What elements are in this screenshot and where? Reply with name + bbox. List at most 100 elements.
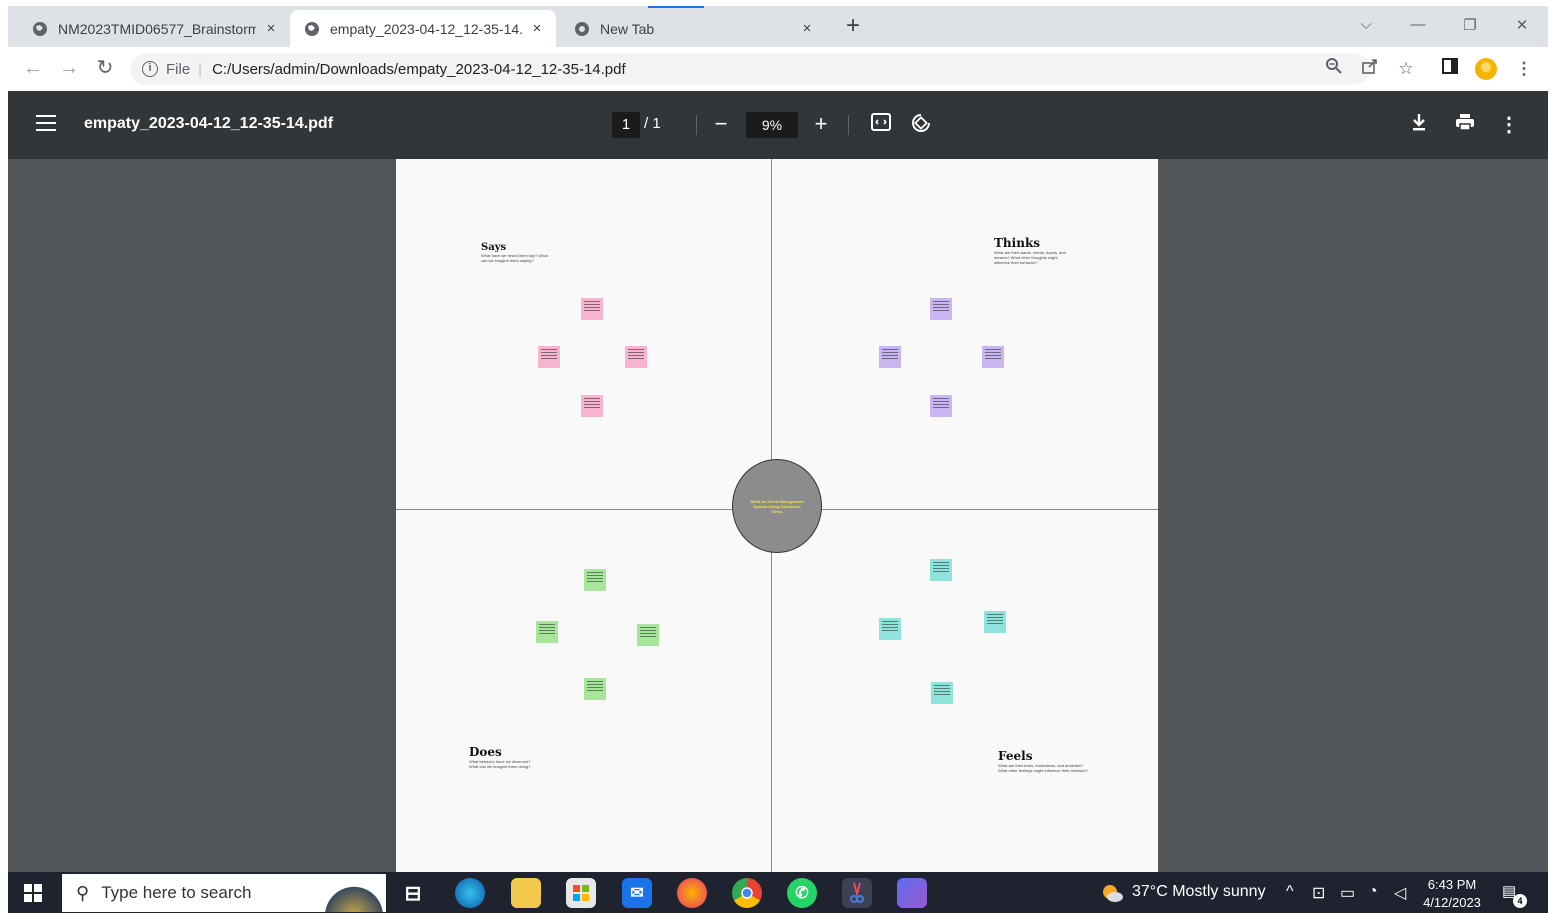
- thinks-sticky-note: [982, 346, 1004, 368]
- feels-sticky-note: [930, 559, 952, 581]
- does-sticky-note: [637, 624, 659, 646]
- fit-page-icon[interactable]: [868, 112, 894, 138]
- globe-icon: [33, 21, 47, 36]
- tab-pdf[interactable]: empaty_2023-04-12_12-35-14.pc ×: [290, 10, 556, 47]
- battery-icon[interactable]: ▭: [1340, 883, 1355, 903]
- store-icon[interactable]: [566, 878, 596, 908]
- does-sticky-note: [584, 678, 606, 700]
- close-icon[interactable]: ×: [262, 20, 280, 37]
- page-total: / 1: [644, 115, 661, 132]
- tab-brainstorm[interactable]: NM2023TMID06577_Brainstormi ×: [18, 10, 290, 47]
- whatsapp-icon[interactable]: ✆: [787, 878, 817, 908]
- side-panel-icon[interactable]: [1438, 57, 1462, 81]
- tab-new-tab[interactable]: New Tab ×: [560, 10, 826, 47]
- tab-search-button[interactable]: ⌵: [1354, 16, 1378, 33]
- notification-center-icon[interactable]: ▤ 4: [1502, 882, 1527, 908]
- thinks-sticky-note: [930, 395, 952, 417]
- scheme-label: File: [166, 60, 191, 78]
- menu-kebab-icon[interactable]: ⋮: [1512, 57, 1536, 81]
- feels-title: Feels: [998, 749, 1033, 763]
- says-sticky-note: [625, 346, 647, 368]
- divider: [696, 115, 697, 135]
- windows-start-icon[interactable]: [24, 884, 42, 902]
- says-sticky-note: [581, 395, 603, 417]
- address-bar[interactable]: i File | C:/Users/admin/Downloads/empaty…: [130, 53, 1370, 85]
- divider: |: [198, 60, 203, 78]
- page-number-input[interactable]: 1: [612, 112, 640, 138]
- globe-icon: [305, 21, 319, 36]
- minimize-button[interactable]: —: [1406, 16, 1430, 33]
- zoom-icon[interactable]: [1322, 57, 1346, 81]
- zoom-out-button[interactable]: −: [708, 111, 734, 137]
- hamburger-menu-icon[interactable]: [36, 115, 56, 133]
- task-view-icon[interactable]: ⊟: [398, 878, 428, 908]
- feels-subtitle: What are their fears, frustrations, and …: [998, 763, 1089, 773]
- rotate-icon[interactable]: [908, 112, 934, 138]
- chrome-icon: [575, 21, 589, 36]
- does-sticky-note: [584, 569, 606, 591]
- reload-icon[interactable]: ↻: [92, 55, 118, 81]
- file-explorer-icon[interactable]: [511, 878, 541, 908]
- share-icon[interactable]: [1358, 57, 1382, 81]
- clock[interactable]: 6:43 PM 4/12/2023: [1420, 876, 1484, 912]
- clock-time: 6:43 PM: [1427, 877, 1477, 892]
- wifi-icon[interactable]: ◔: [1368, 883, 1378, 901]
- does-sticky-note: [536, 621, 558, 643]
- tab-title: NM2023TMID06577_Brainstormi: [58, 20, 256, 37]
- taskbar: ⚲ Type here to search ⊟ ✉ ✆ 37°C Mostly …: [8, 872, 1548, 913]
- weather-text[interactable]: 37°C Mostly sunny: [1132, 883, 1266, 901]
- does-subtitle: What behavior have we observed? What can…: [469, 759, 531, 769]
- more-options-icon[interactable]: ⋮: [1496, 112, 1522, 138]
- copilot-icon[interactable]: [897, 878, 927, 908]
- url-text: C:/Users/admin/Downloads/empaty_2023-04-…: [212, 60, 626, 78]
- firefox-icon[interactable]: [677, 878, 707, 908]
- download-icon[interactable]: [1406, 112, 1432, 138]
- tab-title: New Tab: [600, 20, 655, 37]
- bookmark-star-icon[interactable]: ☆: [1394, 57, 1418, 81]
- forward-icon[interactable]: →: [56, 55, 82, 81]
- snipping-tool-icon[interactable]: [842, 878, 872, 908]
- weather-icon[interactable]: [1100, 883, 1124, 908]
- close-icon[interactable]: ×: [528, 20, 546, 37]
- new-tab-button[interactable]: +: [840, 14, 866, 40]
- back-icon[interactable]: ←: [20, 55, 46, 81]
- search-icon: ⚲: [76, 882, 90, 903]
- edge-icon[interactable]: [455, 878, 485, 908]
- search-placeholder: Type here to search: [101, 883, 252, 902]
- close-window-button[interactable]: ✕: [1510, 16, 1534, 34]
- meet-now-icon[interactable]: ⊡: [1312, 883, 1325, 903]
- chrome-icon[interactable]: [732, 878, 762, 908]
- thinks-title: Thinks: [994, 236, 1041, 250]
- screen: NM2023TMID06577_Brainstormi × empaty_202…: [0, 0, 1551, 913]
- pdf-canvas[interactable]: Says What have we heard them say? What c…: [8, 159, 1548, 872]
- search-highlight-image: [306, 874, 386, 912]
- says-sticky-note: [538, 346, 560, 368]
- info-icon[interactable]: i: [142, 61, 158, 77]
- tab-progress-indicator: [648, 6, 704, 8]
- close-icon[interactable]: ×: [798, 20, 816, 37]
- chevron-up-icon[interactable]: ^: [1286, 883, 1294, 901]
- print-icon[interactable]: [1452, 112, 1478, 138]
- divider: [848, 115, 849, 135]
- says-title: Says: [481, 242, 507, 253]
- does-title: Does: [469, 745, 502, 759]
- pdf-filename: empaty_2023-04-12_12-35-14.pdf: [84, 115, 334, 132]
- profile-avatar-icon[interactable]: [1474, 57, 1498, 81]
- zoom-in-button[interactable]: +: [808, 111, 834, 137]
- feels-sticky-note: [931, 682, 953, 704]
- notification-count-badge: 4: [1513, 894, 1527, 908]
- taskbar-search-box[interactable]: ⚲ Type here to search: [62, 874, 386, 912]
- pdf-page: Says What have we heard them say? What c…: [396, 159, 1158, 872]
- mail-icon[interactable]: ✉: [622, 878, 652, 908]
- volume-icon[interactable]: ◁: [1394, 883, 1406, 903]
- zoom-level-input[interactable]: 9%: [746, 112, 798, 138]
- says-subtitle: What have we heard them say? What can we…: [481, 253, 548, 263]
- thinks-subtitle: What are their wants, needs, hopes, and …: [994, 250, 1066, 265]
- pdf-toolbar: empaty_2023-04-12_12-35-14.pdf 1 / 1 − 9…: [8, 91, 1548, 159]
- restore-button[interactable]: ❐: [1458, 16, 1482, 34]
- tab-strip: NM2023TMID06577_Brainstormi × empaty_202…: [8, 6, 1548, 47]
- clock-date: 4/12/2023: [1423, 895, 1481, 910]
- says-sticky-note: [581, 298, 603, 320]
- browser-toolbar: ← → ↻ i File | C:/Users/admin/Downloads/…: [8, 47, 1548, 91]
- feels-sticky-note: [879, 618, 901, 640]
